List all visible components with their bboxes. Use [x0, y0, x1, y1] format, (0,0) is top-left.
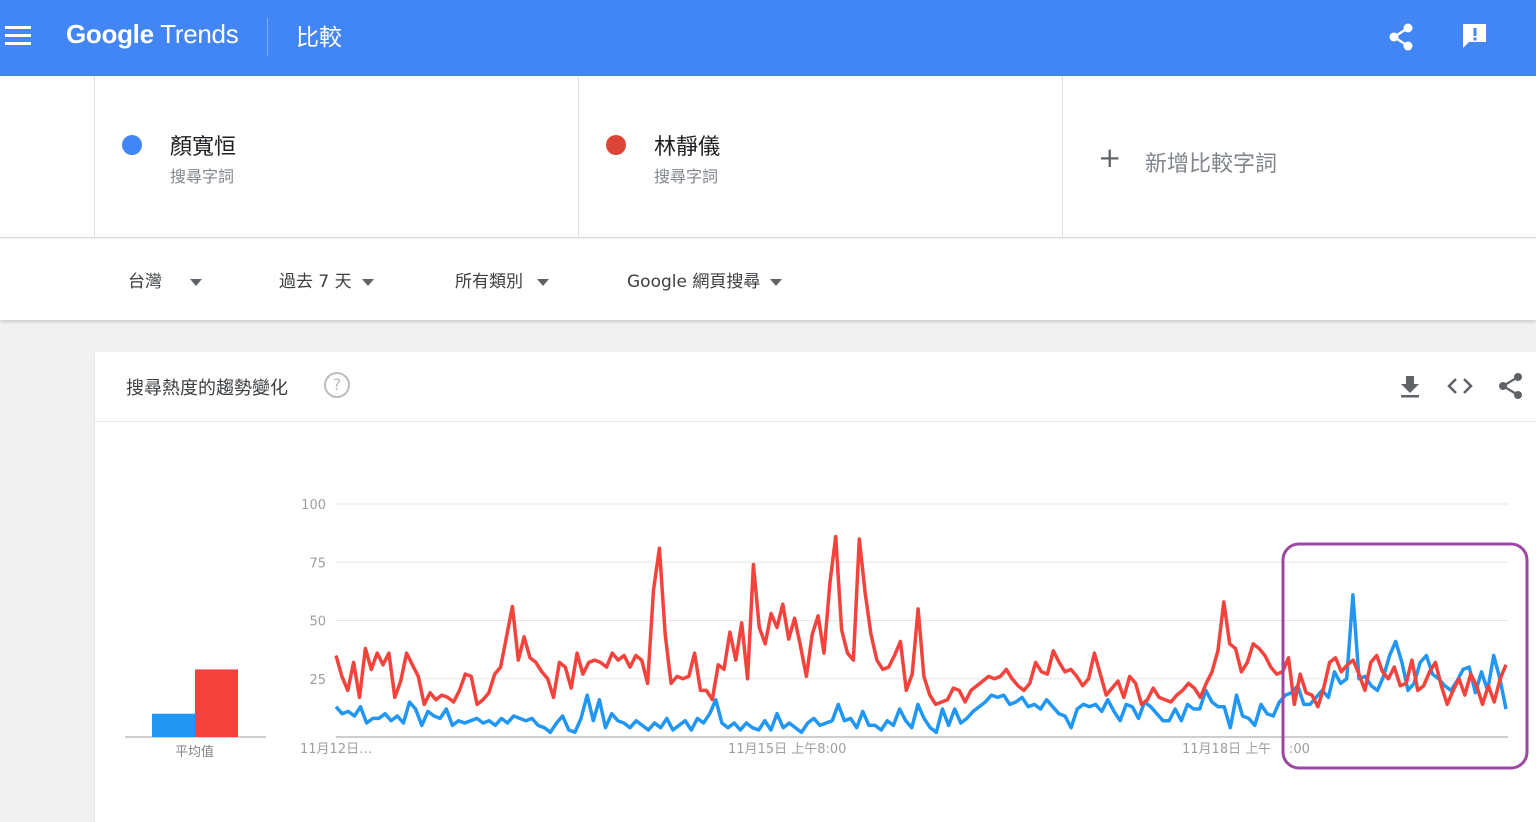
average-bars — [125, 669, 266, 738]
x-tick-label: :00 — [1289, 742, 1310, 757]
y-tick-label: 25 — [309, 673, 326, 688]
series-lines — [334, 534, 1508, 735]
trend-chart: 100 75 50 25 11月12日… 11月15日 上午8:00 11月18日 上午:… — [125, 498, 1529, 770]
x-tick-label: 11月15日 上午8:00 — [728, 742, 846, 757]
highlight-box — [1281, 542, 1529, 770]
average-bar-1 — [152, 713, 195, 737]
average-label: 平均值 — [175, 745, 215, 760]
y-tick-label: 75 — [309, 556, 326, 571]
y-axis-ticks: 100 75 50 25 — [301, 498, 326, 688]
x-tick-label: 11月12日… — [300, 742, 372, 757]
average-bar-2 — [195, 669, 238, 737]
y-tick-label: 50 — [309, 615, 326, 630]
y-tick-label: 100 — [301, 498, 326, 513]
x-tick-label: 11月18日 上午 — [1182, 742, 1271, 757]
x-axis-ticks: 11月12日… 11月15日 上午8:00 11月18日 上午 :00 — [300, 742, 1310, 757]
chart-gridlines — [336, 503, 1508, 738]
